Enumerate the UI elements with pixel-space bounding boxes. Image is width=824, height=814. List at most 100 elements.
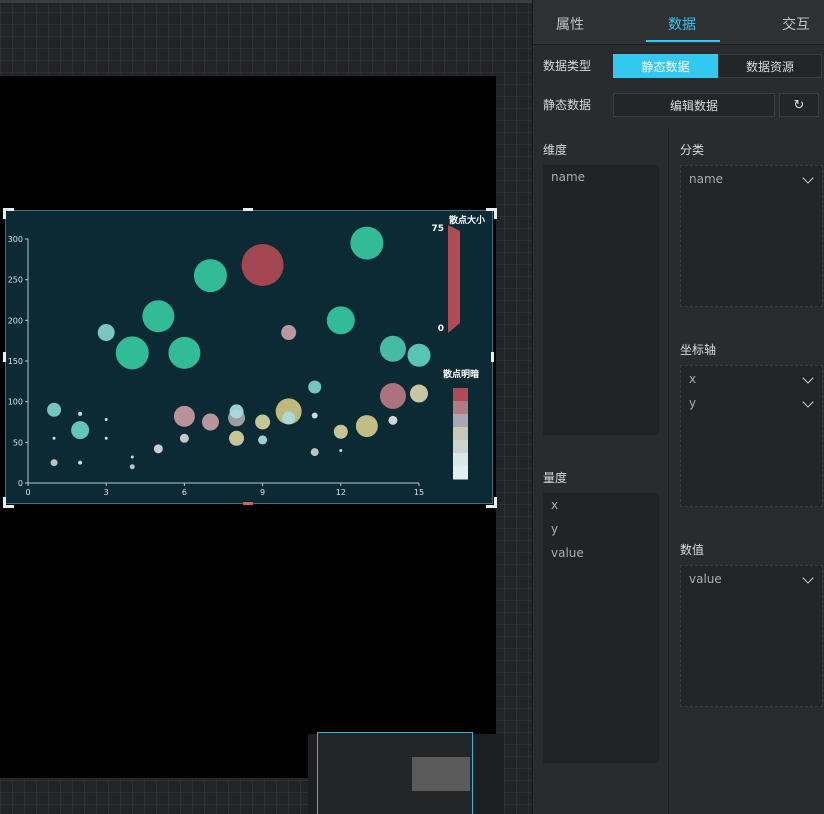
measure-item-y[interactable]: y — [551, 522, 558, 536]
axis-dropzone[interactable]: x y — [680, 365, 823, 507]
static-data-option[interactable]: 静态数据 — [613, 54, 718, 78]
axis-field-x[interactable]: x — [689, 372, 696, 386]
category-dropzone[interactable]: name — [680, 165, 823, 307]
size-legend-min: 0 — [438, 324, 444, 334]
color-legend-swatch — [453, 466, 468, 480]
bubble-point[interactable] — [388, 415, 398, 425]
bubble-point[interactable] — [97, 324, 115, 342]
bubble-point[interactable] — [310, 448, 319, 457]
bubble-point[interactable] — [326, 306, 355, 335]
bubble-point[interactable] — [241, 244, 284, 287]
category-title: 分类 — [680, 143, 705, 157]
color-legend-swatch — [453, 440, 468, 454]
bubble-point[interactable] — [311, 412, 318, 419]
x-tick-label: 12 — [336, 488, 346, 497]
y-tick-label: 300 — [8, 235, 23, 244]
bubble-point[interactable] — [104, 436, 108, 440]
dimensions-list: name — [543, 165, 659, 435]
bubble-point[interactable] — [308, 380, 322, 394]
refresh-icon: ↻ — [793, 97, 805, 113]
bubble-point[interactable] — [142, 300, 175, 333]
y-tick-label: 50 — [13, 438, 23, 447]
bubble-point[interactable] — [78, 411, 83, 416]
bubble-point[interactable] — [229, 430, 245, 446]
measures-list: x y value — [543, 493, 659, 763]
bubble-point[interactable] — [339, 448, 343, 452]
measure-item-x[interactable]: x — [551, 498, 558, 512]
design-canvas[interactable]: 0 50 100 150 200 250 300 0 3 6 9 12 15 散点大小 75 0 散点明… — [0, 0, 532, 814]
bubble-point[interactable] — [379, 335, 406, 362]
config-panel: 属性 数据 交互 数据类型 静态数据 数据资源 静态数据 编辑数据 ↻ 维度 n… — [532, 0, 824, 814]
bubble-point[interactable] — [281, 325, 297, 341]
data-type-label: 数据类型 — [543, 59, 592, 73]
bubble-point[interactable] — [104, 418, 108, 422]
bubble-point[interactable] — [333, 424, 348, 439]
refresh-button[interactable]: ↻ — [779, 93, 819, 117]
resize-handle-bottom-right[interactable] — [486, 497, 497, 508]
resize-handle-top-right[interactable] — [486, 208, 497, 219]
bubble-point[interactable] — [193, 259, 227, 293]
bubble-point[interactable] — [153, 444, 163, 454]
active-tab-indicator — [646, 40, 720, 42]
edit-data-button[interactable]: 编辑数据 — [613, 93, 775, 117]
resize-handle-bottom-left[interactable] — [3, 497, 14, 508]
tab-data[interactable]: 数据 — [668, 14, 696, 34]
size-legend-wedge — [448, 225, 460, 333]
chevron-down-icon[interactable] — [802, 172, 814, 184]
size-legend-max: 75 — [431, 224, 444, 234]
static-data-label: 静态数据 — [543, 98, 592, 112]
bubble-point[interactable] — [115, 336, 149, 370]
bubble-point[interactable] — [71, 421, 90, 440]
bubble-point[interactable] — [355, 415, 378, 438]
bubble-point[interactable] — [282, 411, 296, 425]
canvas-top-border — [0, 0, 532, 3]
x-tick-label: 9 — [260, 488, 265, 497]
bubble-point[interactable] — [407, 343, 431, 367]
bubble-point[interactable] — [350, 226, 384, 260]
bubble-point[interactable] — [47, 402, 62, 417]
measure-item-value[interactable]: value — [551, 546, 584, 560]
chevron-down-icon[interactable] — [802, 396, 814, 408]
bubble-point[interactable] — [130, 455, 134, 459]
tab-properties[interactable]: 属性 — [556, 14, 584, 34]
bubble-point[interactable] — [258, 435, 268, 445]
resize-handle-bottom[interactable] — [243, 502, 253, 505]
minimap-viewport[interactable] — [412, 757, 470, 791]
bubble-point[interactable] — [229, 404, 244, 419]
panel-tabs: 属性 数据 交互 — [533, 0, 824, 45]
color-legend-title: 散点明暗 — [443, 368, 479, 380]
chevron-down-icon[interactable] — [802, 372, 814, 384]
chevron-down-icon[interactable] — [802, 572, 814, 584]
bubble-point[interactable] — [168, 336, 201, 369]
bubble-point[interactable] — [129, 464, 135, 470]
dimension-item-name[interactable]: name — [551, 170, 585, 184]
tab-interaction[interactable]: 交互 — [782, 14, 810, 34]
measures-title: 量度 — [543, 471, 568, 485]
y-tick-label: 250 — [8, 276, 23, 285]
resize-handle-top-left[interactable] — [3, 208, 14, 219]
bubble-point[interactable] — [78, 460, 83, 465]
bubble-point[interactable] — [50, 459, 58, 467]
size-legend-title: 散点大小 — [449, 214, 485, 226]
bubble-point[interactable] — [201, 413, 219, 431]
bubble-point[interactable] — [52, 436, 56, 440]
resize-handle-right[interactable] — [491, 352, 494, 362]
bubble-point[interactable] — [179, 433, 189, 443]
bubble-chart: 0 50 100 150 200 250 300 0 3 6 9 12 15 散点大小 75 0 散点明… — [8, 214, 485, 497]
color-legend-swatch — [453, 388, 468, 402]
data-resource-option[interactable]: 数据资源 — [718, 54, 822, 78]
color-legend-swatch — [453, 401, 468, 415]
resize-handle-top[interactable] — [243, 208, 253, 211]
bubble-point[interactable] — [410, 384, 428, 403]
category-field-name[interactable]: name — [689, 172, 723, 186]
x-tick-label: 0 — [25, 488, 30, 497]
minimap[interactable] — [317, 732, 473, 814]
bubble-chart-widget[interactable]: 0 50 100 150 200 250 300 0 3 6 9 12 15 散点大小 75 0 散点明… — [5, 210, 493, 504]
value-field-value[interactable]: value — [689, 572, 722, 586]
value-dropzone[interactable]: value — [680, 565, 823, 707]
resize-handle-left[interactable] — [3, 352, 6, 362]
bubble-point[interactable] — [379, 382, 406, 409]
bubble-point[interactable] — [255, 414, 271, 430]
bubble-point[interactable] — [173, 405, 195, 427]
axis-field-y[interactable]: y — [689, 396, 696, 410]
